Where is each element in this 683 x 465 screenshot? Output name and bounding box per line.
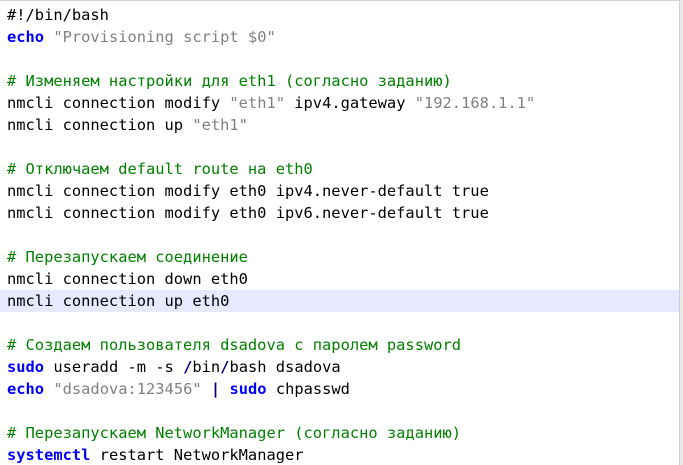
- code-line[interactable]: echo "Provisioning script $0": [0, 26, 680, 48]
- code-line[interactable]: [0, 136, 680, 158]
- operator-token: |: [210, 380, 221, 398]
- code-line[interactable]: [0, 48, 680, 70]
- code-line[interactable]: nmcli connection down eth0: [0, 268, 680, 290]
- code-line[interactable]: nmcli connection modify eth0 ipv6.never-…: [0, 202, 680, 224]
- code-token: nmcli connection up: [7, 116, 193, 134]
- code-line[interactable]: # Перезапускаем NetworkManager (согласно…: [0, 422, 680, 444]
- editor-top-border: [0, 0, 683, 1]
- code-line[interactable]: # Перезапускаем соединение: [0, 246, 680, 268]
- code-line[interactable]: nmcli connection up "eth1": [0, 114, 680, 136]
- code-token: useradd -m -s: [44, 358, 184, 376]
- string-token: "dsadova:123456": [53, 380, 202, 398]
- code-line[interactable]: sudo useradd -m -s /bin/bash dsadova: [0, 356, 680, 378]
- code-line[interactable]: systemctl restart NetworkManager: [0, 444, 680, 465]
- string-token: "eth1": [192, 116, 248, 134]
- keyword-token: sudo: [7, 358, 45, 376]
- operator-token: /: [183, 358, 193, 376]
- code-line[interactable]: nmcli connection modify "eth1" ipv4.gate…: [0, 92, 680, 114]
- code-token: nmcli connection up eth0: [7, 292, 230, 310]
- code-line[interactable]: echo "dsadova:123456" | sudo chpasswd: [0, 378, 680, 400]
- string-token: "eth1": [229, 94, 285, 112]
- code-token: bash dsadova: [229, 358, 341, 376]
- code-token: chpasswd: [266, 380, 350, 398]
- vertical-scrollbar[interactable]: [679, 0, 683, 465]
- keyword-token: echo: [7, 380, 45, 398]
- comment-token: # Перезапускаем NetworkManager (согласно…: [7, 424, 462, 442]
- comment-token: # Отключаем default route на eth0: [7, 160, 313, 178]
- keyword-token: sudo: [229, 380, 267, 398]
- code-line[interactable]: # Отключаем default route на eth0: [0, 158, 680, 180]
- code-line[interactable]: [0, 224, 680, 246]
- string-token: "192.168.1.1": [414, 94, 536, 112]
- code-line[interactable]: [0, 400, 680, 422]
- shebang-token: #!/bin/bash: [7, 6, 109, 24]
- code-line[interactable]: [0, 312, 680, 334]
- code-token: restart NetworkManager: [90, 446, 304, 464]
- comment-token: # Изменяем настройки для eth1 (согласно …: [7, 72, 452, 90]
- code-area[interactable]: #!/bin/bash echo "Provisioning script $0"…: [0, 4, 680, 465]
- string-token: "Provisioning script $0": [53, 28, 276, 46]
- code-line-current[interactable]: nmcli connection up eth0: [0, 290, 680, 312]
- keyword-token: echo: [7, 28, 45, 46]
- code-editor[interactable]: #!/bin/bash echo "Provisioning script $0"…: [0, 0, 683, 465]
- comment-token: # Перезапускаем соединение: [7, 248, 248, 266]
- code-line[interactable]: # Изменяем настройки для eth1 (согласно …: [0, 70, 680, 92]
- code-token: ipv4.gateway: [285, 94, 415, 112]
- code-token: nmcli connection modify: [7, 94, 230, 112]
- comment-token: # Создаем пользователя dsadova с паролем…: [7, 336, 462, 354]
- code-token: nmcli connection modify eth0 ipv6.never-…: [7, 204, 489, 222]
- code-line[interactable]: nmcli connection modify eth0 ipv4.never-…: [0, 180, 680, 202]
- code-token: bin: [192, 358, 221, 376]
- keyword-token: systemctl: [7, 446, 91, 464]
- code-token: nmcli connection modify eth0 ipv4.never-…: [7, 182, 489, 200]
- code-line[interactable]: #!/bin/bash: [0, 4, 680, 26]
- code-line[interactable]: # Создаем пользователя dsadova с паролем…: [0, 334, 680, 356]
- code-token: nmcli connection down eth0: [7, 270, 248, 288]
